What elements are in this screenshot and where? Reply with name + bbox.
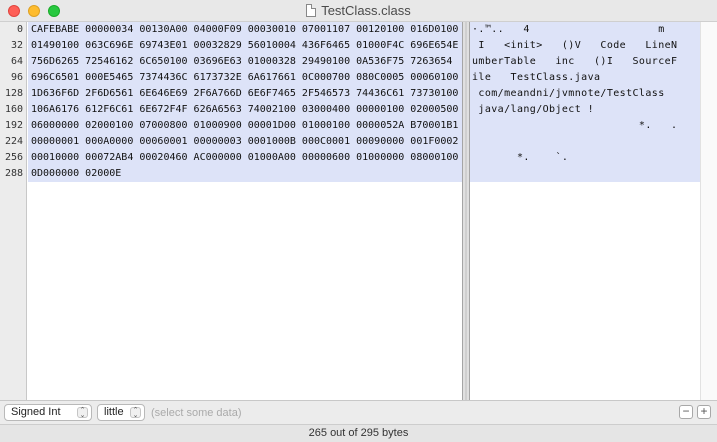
ascii-row-text[interactable]: umberTable inc ()I SourceF: [470, 56, 677, 67]
offset-label: 192: [4, 120, 23, 131]
inspector-value-placeholder: (select some data): [151, 407, 242, 419]
chevron-updown-icon: ⌃ ⌄: [77, 407, 88, 419]
offset-label: 288: [4, 168, 23, 179]
hex-pane[interactable]: CAFEBABE 00000034 00130A00 04000F09 0003…: [28, 22, 462, 400]
minus-icon: −: [682, 404, 690, 418]
hex-row-text[interactable]: 1D636F6D 2F6D6561 6E646E69 2F6A766D 6E6F…: [28, 88, 458, 99]
ascii-row[interactable]: I <init> ()V Code LineN: [470, 38, 700, 54]
offset-gutter: 0 32 64 96 128 160 192 224 256 288: [0, 22, 27, 400]
hex-row-text[interactable]: 0D000000 02000E: [28, 168, 121, 179]
endian-value: little: [104, 406, 124, 418]
hex-row[interactable]: 756D6265 72546162 6C650100 03696E63 0100…: [28, 54, 462, 70]
hex-row-text[interactable]: 06000000 02000100 07000800 01000900 0000…: [28, 120, 458, 131]
offset-label: 128: [4, 88, 23, 99]
endian-select[interactable]: little ⌃ ⌄: [97, 404, 145, 421]
ascii-row-text[interactable]: I <init> ()V Code LineN: [470, 40, 677, 51]
document-icon: [306, 4, 317, 17]
ascii-row-text[interactable]: [470, 168, 472, 179]
hex-row[interactable]: 00010000 00072AB4 00020460 AC000000 0100…: [28, 150, 462, 166]
number-type-select[interactable]: Signed Int ⌃ ⌄: [4, 404, 92, 421]
ascii-row[interactable]: [470, 134, 700, 150]
inspector-bar: Signed Int ⌃ ⌄ little ⌃ ⌄ (select some dat…: [0, 400, 717, 424]
offset-label: 160: [4, 104, 23, 115]
hex-row-text[interactable]: 00010000 00072AB4 00020460 AC000000 0100…: [28, 152, 458, 163]
hex-row[interactable]: 696C6501 000E5465 7374436C 6173732E 6A61…: [28, 70, 462, 86]
window-title-text: TestClass.class: [321, 3, 411, 18]
ascii-row[interactable]: umberTable inc ()I SourceF: [470, 54, 700, 70]
hex-row-text[interactable]: 756D6265 72546162 6C650100 03696E63 0100…: [28, 56, 452, 67]
ascii-row[interactable]: com/meandni/jvmnote/TestClass: [470, 86, 700, 102]
ascii-row[interactable]: [470, 166, 700, 182]
hex-row[interactable]: 0D000000 02000E: [28, 166, 462, 182]
hex-row[interactable]: 1D636F6D 2F6D6561 6E646E69 2F6A766D 6E6F…: [28, 86, 462, 102]
hex-row[interactable]: 106A6176 612F6C61 6E672F4F 626A6563 7400…: [28, 102, 462, 118]
offset-label: 32: [10, 40, 23, 51]
ascii-row-text[interactable]: ile TestClass.java: [470, 72, 600, 83]
number-type-value: Signed Int: [11, 406, 61, 418]
offset-label: 256: [4, 152, 23, 163]
chevron-updown-icon: ⌃ ⌄: [130, 407, 141, 419]
ascii-pane[interactable]: ·.™.. 4 m I <init> ()V Code LineN umberT…: [470, 22, 700, 400]
ascii-row-text[interactable]: [470, 136, 472, 147]
remove-inspector-button[interactable]: −: [679, 405, 693, 419]
ascii-row[interactable]: *. .: [470, 118, 700, 134]
pane-divider[interactable]: [462, 22, 470, 400]
ascii-row-text[interactable]: *. `.: [470, 152, 568, 163]
plus-icon: +: [700, 404, 708, 418]
ascii-row-text[interactable]: java/lang/Object !: [470, 104, 594, 115]
status-bar: 265 out of 295 bytes: [0, 424, 717, 442]
offset-label: 64: [10, 56, 23, 67]
byte-count-status: 265 out of 295 bytes: [308, 427, 409, 439]
hex-editor: 0 32 64 96 128 160 192 224 256 288 CAFEB…: [0, 22, 717, 400]
vertical-scrollbar[interactable]: [700, 22, 717, 400]
hex-row-text[interactable]: 106A6176 612F6C61 6E672F4F 626A6563 7400…: [28, 104, 458, 115]
offset-label: 0: [16, 24, 23, 35]
hex-row[interactable]: 01490100 063C696E 69743E01 00032829 5601…: [28, 38, 462, 54]
ascii-row-text[interactable]: *. .: [470, 120, 677, 131]
ascii-row[interactable]: ile TestClass.java: [470, 70, 700, 86]
hex-row[interactable]: 00000001 000A0000 00060001 00000003 0001…: [28, 134, 462, 150]
ascii-row[interactable]: java/lang/Object !: [470, 102, 700, 118]
hex-row-text[interactable]: 01490100 063C696E 69743E01 00032829 5601…: [28, 40, 458, 51]
hex-row[interactable]: CAFEBABE 00000034 00130A00 04000F09 0003…: [28, 22, 462, 38]
hex-row-text[interactable]: CAFEBABE 00000034 00130A00 04000F09 0003…: [28, 24, 458, 35]
hex-row[interactable]: 06000000 02000100 07000800 01000900 0000…: [28, 118, 462, 134]
hex-row-text[interactable]: 00000001 000A0000 00060001 00000003 0001…: [28, 136, 458, 147]
window-title: TestClass.class: [0, 3, 717, 18]
ascii-row[interactable]: ·.™.. 4 m: [470, 22, 700, 38]
add-inspector-button[interactable]: +: [697, 405, 711, 419]
ascii-row-text[interactable]: com/meandni/jvmnote/TestClass: [470, 88, 665, 99]
offset-label: 224: [4, 136, 23, 147]
hex-row-text[interactable]: 696C6501 000E5465 7374436C 6173732E 6A61…: [28, 72, 458, 83]
ascii-row[interactable]: *. `.: [470, 150, 700, 166]
ascii-row-text[interactable]: ·.™.. 4 m: [470, 24, 665, 35]
title-bar: TestClass.class: [0, 0, 717, 22]
offset-label: 96: [10, 72, 23, 83]
